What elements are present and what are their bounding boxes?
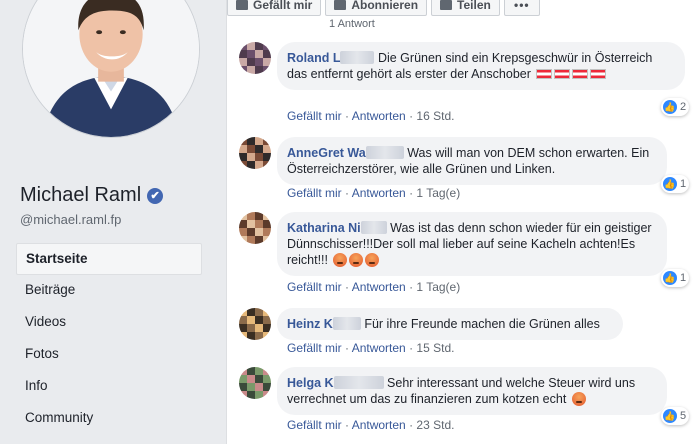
share-icon	[440, 0, 453, 10]
comment-meta: Gefällt mir · Antworten · 23 Std.	[287, 418, 454, 432]
austrian-flag-icon	[572, 69, 589, 79]
reaction-number: 2	[680, 101, 687, 113]
comment-time[interactable]: 1 Tag(e)	[416, 186, 460, 200]
comment-meta: Gefällt mir · Antworten · 16 Std.	[287, 109, 454, 123]
previous-replies-link[interactable]: 1 Antwort	[329, 18, 375, 30]
comment-time[interactable]: 1 Tag(e)	[416, 280, 460, 294]
comments-feed: Gefällt mir Abonnieren Teilen ••• 1 Antw…	[226, 0, 697, 444]
comment-like-link[interactable]: Gefällt mir	[287, 186, 342, 200]
comment-bubble: Katharina Ni Was ist das denn schon wied…	[277, 212, 667, 276]
comment-author[interactable]: Heinz K	[287, 317, 333, 331]
separator: ·	[409, 109, 414, 123]
nav-item-fotos[interactable]: Fotos	[16, 339, 202, 371]
comment-author[interactable]: AnneGret Wa	[287, 146, 366, 160]
reaction-count[interactable]: 👍 1	[661, 269, 689, 287]
angry-emoji-icon	[333, 253, 348, 267]
thumbs-up-icon	[236, 0, 248, 10]
comment-meta: Gefällt mir · Antworten · 1 Tag(e)	[287, 280, 460, 294]
nav-item-videos[interactable]: Videos	[16, 307, 202, 339]
comment-bubble: Helga K Sehr interessant und welche Steu…	[277, 367, 667, 415]
commenter-avatar[interactable]	[239, 308, 271, 340]
reaction-number: 1	[680, 178, 687, 190]
page-action-bar: Gefällt mir Abonnieren Teilen •••	[227, 0, 544, 16]
comment-reply-link[interactable]: Antworten	[352, 418, 406, 432]
angry-emoji-icon	[571, 392, 586, 406]
comment-time[interactable]: 15 Std.	[416, 341, 454, 355]
nav-item-info[interactable]: Info	[16, 371, 202, 403]
page-nav: Startseite Beiträge Videos Fotos Info Co…	[16, 243, 202, 435]
comment-reply-link[interactable]: Antworten	[352, 186, 406, 200]
thumbs-up-icon: 👍	[663, 177, 677, 191]
like-page-button[interactable]: Gefällt mir	[227, 0, 322, 16]
reaction-count[interactable]: 👍 2	[661, 98, 689, 116]
redacted-name	[360, 221, 387, 234]
comment-meta: Gefällt mir · Antworten · 15 Std.	[287, 341, 454, 355]
reaction-count[interactable]: 👍 1	[661, 175, 689, 193]
page-title[interactable]: Michael Raml ✔	[20, 184, 164, 207]
comment-reply-link[interactable]: Antworten	[352, 109, 406, 123]
comment-like-link[interactable]: Gefällt mir	[287, 109, 342, 123]
nav-item-beitraege[interactable]: Beiträge	[16, 275, 202, 307]
thumbs-up-icon: 👍	[663, 271, 677, 285]
comment-like-link[interactable]: Gefällt mir	[287, 280, 342, 294]
comment-bubble: AnneGret Wa Was will man von DEM schon e…	[277, 137, 667, 185]
comment-bubble: Roland L Die Grünen sind ein Krepsgeschw…	[277, 42, 685, 90]
follow-button[interactable]: Abonnieren	[325, 0, 428, 16]
separator: ·	[345, 109, 350, 123]
comment-like-link[interactable]: Gefällt mir	[287, 418, 342, 432]
verified-icon: ✔	[147, 187, 164, 204]
commenter-avatar[interactable]	[239, 137, 271, 169]
separator: ·	[345, 280, 350, 294]
reaction-number: 1	[680, 272, 687, 284]
separator: ·	[345, 186, 350, 200]
profile-sidebar: Michael Raml ✔ @michael.raml.fp Startsei…	[0, 0, 213, 444]
separator: ·	[409, 341, 414, 355]
comment-author[interactable]: Katharina Ni	[287, 221, 361, 235]
comment-author[interactable]: Helga K	[287, 376, 334, 390]
comment-author[interactable]: Roland L	[287, 51, 340, 65]
separator: ·	[409, 280, 414, 294]
austrian-flag-icon	[590, 69, 607, 79]
austrian-flag-icon	[554, 69, 571, 79]
commenter-avatar[interactable]	[239, 212, 271, 244]
share-label: Teilen	[457, 0, 491, 12]
redacted-name	[333, 376, 384, 389]
comment-time[interactable]: 16 Std.	[416, 109, 454, 123]
more-options-button[interactable]: •••	[503, 0, 540, 16]
commenter-avatar[interactable]	[239, 367, 271, 399]
profile-name[interactable]: Michael Raml	[20, 184, 141, 207]
like-page-label: Gefällt mir	[253, 0, 313, 12]
comment-text: Für ihre Freunde machen die Grünen alles	[364, 317, 600, 331]
thumbs-up-icon: 👍	[663, 409, 677, 423]
rss-icon	[334, 0, 347, 10]
profile-photo	[23, 0, 199, 137]
profile-avatar[interactable]	[22, 0, 200, 138]
reaction-count[interactable]: 👍 5	[661, 407, 689, 425]
separator: ·	[345, 341, 350, 355]
follow-label: Abonnieren	[351, 0, 419, 12]
comment-bubble: Heinz K Für ihre Freunde machen die Grün…	[277, 308, 623, 340]
comment-reply-link[interactable]: Antworten	[352, 280, 406, 294]
nav-item-community[interactable]: Community	[16, 403, 202, 435]
comment-reply-link[interactable]: Antworten	[352, 341, 406, 355]
angry-emoji-icon	[365, 253, 380, 267]
commenter-avatar[interactable]	[239, 42, 271, 74]
redacted-name	[340, 51, 375, 64]
comment-time[interactable]: 23 Std.	[416, 418, 454, 432]
share-button[interactable]: Teilen	[431, 0, 500, 16]
comment-meta: Gefällt mir · Antworten · 1 Tag(e)	[287, 186, 460, 200]
redacted-name	[365, 146, 404, 159]
separator: ·	[345, 418, 350, 432]
thumbs-up-icon: 👍	[663, 100, 677, 114]
redacted-name	[332, 317, 361, 330]
reaction-number: 5	[680, 410, 687, 422]
profile-handle[interactable]: @michael.raml.fp	[20, 212, 121, 227]
nav-item-startseite[interactable]: Startseite	[16, 243, 202, 275]
more-icon: •••	[514, 0, 530, 12]
austrian-flag-icon	[536, 69, 553, 79]
angry-emoji-icon	[349, 253, 364, 267]
comment-like-link[interactable]: Gefällt mir	[287, 341, 342, 355]
separator: ·	[409, 418, 414, 432]
separator: ·	[409, 186, 414, 200]
